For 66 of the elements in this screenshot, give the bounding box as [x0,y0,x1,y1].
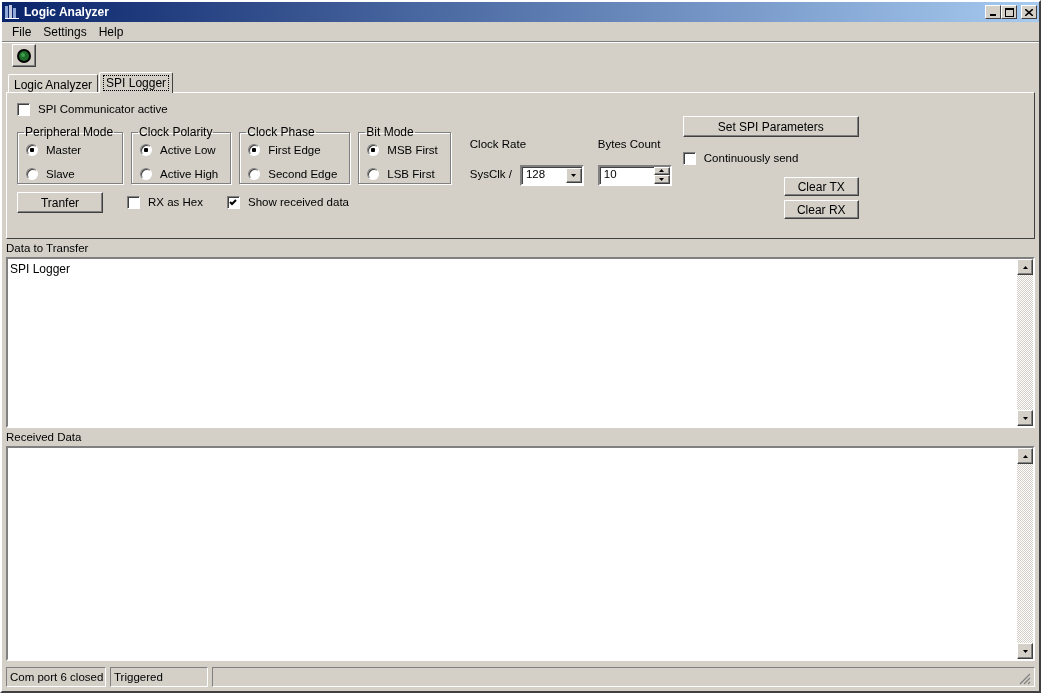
vertical-scrollbar[interactable] [1017,448,1033,659]
radio-label: MSB First [387,142,439,158]
field-label: Bytes Count [597,137,662,153]
checkbox-label: Continuously send [703,151,799,167]
checkbox[interactable] [226,196,240,210]
radio-button[interactable] [248,144,261,157]
close-button[interactable] [1021,5,1037,19]
checkbox[interactable] [682,152,696,166]
radio-label: First Edge [268,142,322,158]
radio-button[interactable] [140,144,153,157]
tab[interactable]: SPI Logger [99,72,174,93]
section-label: Received Data [6,430,83,446]
clock-divider-dropdown[interactable]: 128 [519,164,584,186]
scroll-down-icon [1020,414,1030,422]
status-pane: Com port 6 closed [6,667,106,687]
group-title: Clock Phase [246,126,316,139]
radio-button[interactable] [367,144,380,157]
menu-item[interactable]: File [6,21,38,42]
run-button[interactable] [12,44,36,67]
radio-button[interactable] [367,168,380,181]
menu-item[interactable]: Settings [37,21,93,42]
app-icon [4,4,20,20]
maximize-button[interactable] [1001,5,1017,19]
close-icon [1025,8,1033,16]
group-title: Clock Polarity [138,126,214,139]
spin-down-icon [657,175,667,183]
section-label: Data to Transfer [6,241,90,256]
checkbox[interactable] [17,103,30,117]
maximize-icon [1004,7,1014,17]
received-data-field[interactable] [6,446,1035,661]
field-label: SysClk / [469,167,512,183]
field-label: Clock Rate [469,137,528,153]
radio-label: Master [46,142,83,158]
clear-button[interactable]: Clear RX [783,199,859,219]
vertical-scrollbar[interactable] [1017,259,1033,427]
checkbox[interactable] [127,196,140,210]
status-pane: Triggered [110,667,208,687]
radio-label: LSB First [387,166,436,182]
led-icon [16,47,32,64]
scroll-down-icon [1020,647,1030,655]
radio-label: Slave [46,166,76,182]
tab[interactable]: Logic Analyzer [8,74,99,92]
bytes-count-spinbox[interactable]: 10 [597,164,672,186]
transfer-button[interactable]: Tranfer [17,192,103,214]
group-title: Peripheral Mode [24,126,115,139]
radio-label: Second Edge [268,166,339,182]
checkbox-label: SPI Communicator active [38,102,168,117]
window-title: Logic Analyzer [24,4,110,21]
radio-label: Active High [160,166,220,182]
radio-button[interactable] [26,144,38,157]
set-parameters-button[interactable]: Set SPI Parameters [682,116,859,138]
radio-button[interactable] [26,168,38,181]
minimize-button[interactable] [985,5,1001,19]
scroll-up-icon [1020,263,1030,271]
scroll-up-icon [1020,452,1030,460]
size-grip-icon [1019,673,1031,685]
transfer-data-field[interactable]: SPI Logger [6,257,1035,429]
checkbox-label: Show received data [247,195,349,211]
clear-button[interactable]: Clear TX [783,176,859,196]
checkbox-label: RX as Hex [148,195,203,211]
radio-button[interactable] [248,168,261,181]
radio-label: Active Low [160,142,217,158]
menu-item[interactable]: Help [92,21,130,42]
group-title: Bit Mode [365,126,415,139]
radio-button[interactable] [140,168,153,181]
dropdown-arrow-icon [569,171,579,179]
